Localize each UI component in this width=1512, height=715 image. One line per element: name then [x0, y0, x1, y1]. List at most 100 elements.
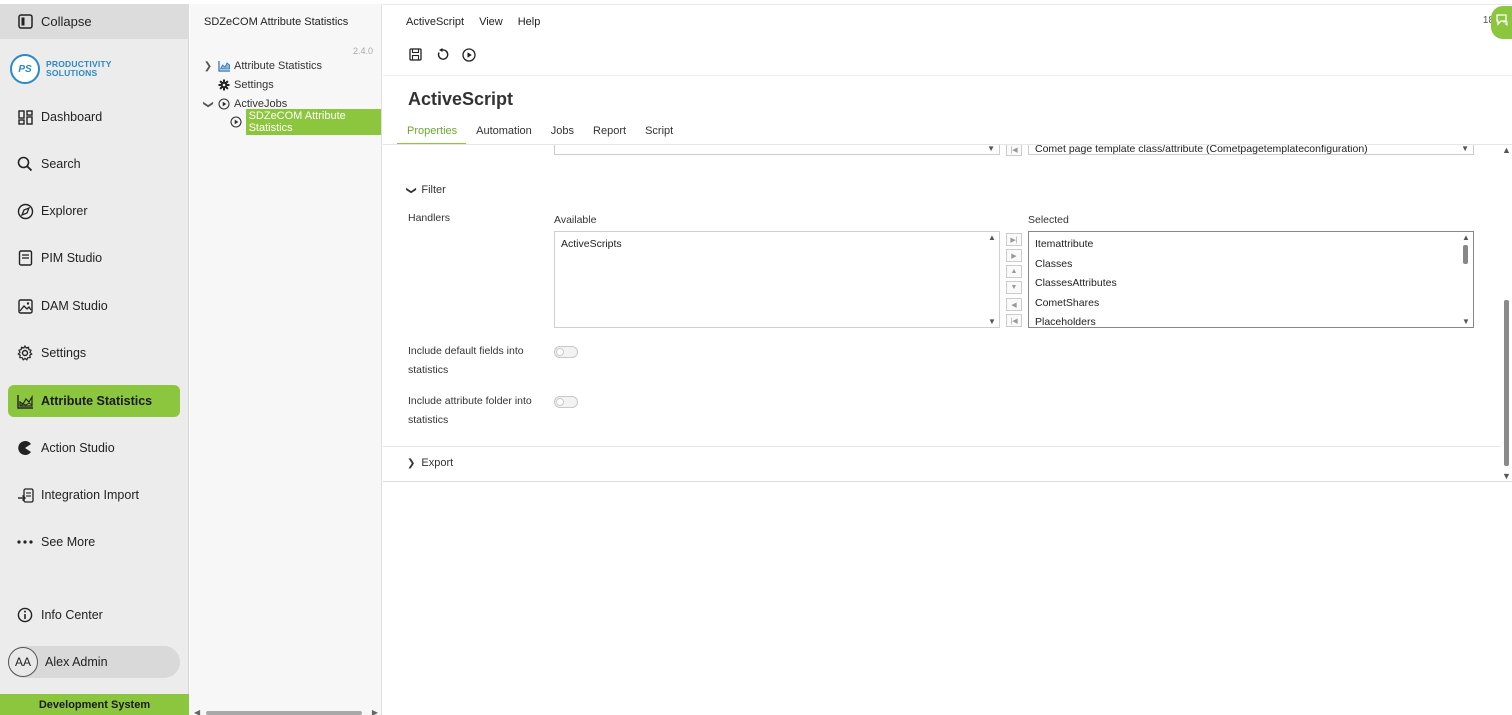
scroll-thumb[interactable] [1504, 300, 1509, 466]
tab-script[interactable]: Script [635, 125, 682, 145]
top-strip [190, 0, 382, 4]
user-menu[interactable]: AA Alex Admin [8, 646, 180, 678]
nav-item-settings[interactable]: Settings [8, 337, 180, 369]
properties-content: ▼ |◀ Comet page template class/attribute… [383, 145, 1501, 481]
handlers-label: Handlers [408, 212, 451, 224]
remove-all-button[interactable]: |◀ [1006, 314, 1022, 327]
nav-item-integration-import[interactable]: Integration Import [8, 479, 180, 511]
nav-item-label: PIM Studio [41, 251, 103, 265]
tree-node-sdzecom-attribute-statistics[interactable]: SDZeCOM Attribute Statistics [227, 109, 381, 135]
chevron-down-icon: ❯ [405, 185, 417, 195]
arrow-down-icon: ▼ [1010, 284, 1018, 291]
tab-jobs[interactable]: Jobs [541, 125, 583, 145]
include-attribute-folder-toggle[interactable] [554, 396, 578, 408]
available-select-clipped[interactable]: ▼ [554, 145, 1000, 155]
menu-view[interactable]: View [479, 16, 503, 28]
tab-properties[interactable]: Properties [397, 125, 467, 145]
remove-button[interactable]: ◀ [1006, 298, 1022, 311]
play-circle-icon [462, 47, 476, 67]
nav-item-info-center[interactable]: Info Center [8, 599, 180, 631]
add-button[interactable]: ▶ [1006, 249, 1022, 262]
move-down-button[interactable]: ▼ [1006, 281, 1022, 294]
logo-mark: PS [10, 54, 40, 84]
scroll-down-arrow[interactable]: ▼ [1462, 317, 1470, 326]
selected-handlers-list[interactable]: Itemattribute Classes ClassesAttributes … [1028, 231, 1474, 328]
available-label: Available [554, 214, 597, 226]
tree-node-settings[interactable]: Settings [214, 77, 274, 93]
gear-icon [16, 344, 34, 362]
scroll-right-arrow[interactable]: ▶ [372, 708, 378, 715]
nav-item-dashboard[interactable]: Dashboard [8, 101, 180, 133]
scroll-up-arrow[interactable]: ▲ [1462, 233, 1470, 242]
list-item[interactable]: Placeholders [1035, 316, 1096, 327]
top-border [383, 4, 1512, 5]
scroll-down-arrow[interactable]: ▼ [988, 317, 996, 326]
scroll-up-arrow[interactable]: ▲ [1502, 145, 1511, 155]
selected-select-clipped[interactable]: Comet page template class/attribute (Com… [1028, 145, 1474, 155]
include-default-fields-label: Include default fields into statistics [408, 345, 524, 376]
tree-horizontal-scrollbar[interactable]: ◀ ▶ [194, 708, 378, 715]
tree-node-label: SDZeCOM Attribute Statistics [245, 109, 381, 135]
save-button[interactable] [407, 48, 423, 65]
available-handlers-list[interactable]: ActiveScripts ▲ ▼ [554, 231, 1000, 328]
nav-item-see-more[interactable]: See More [8, 526, 180, 558]
nav-item-label: Attribute Statistics [41, 394, 153, 408]
chat-button[interactable] [1491, 6, 1512, 39]
list-item[interactable]: ClassesAttributes [1035, 277, 1117, 289]
run-button[interactable] [461, 47, 477, 67]
nav-item-label: Search [41, 157, 81, 171]
tree-node-attribute-statistics[interactable]: ❯ Attribute Statistics [202, 58, 322, 74]
main-vertical-scrollbar[interactable]: ▲ ▼ [1501, 145, 1512, 481]
collapse-button[interactable]: Collapse [0, 4, 189, 39]
move-all-left-button[interactable]: |◀ [1006, 145, 1022, 156]
tab-automation[interactable]: Automation [466, 125, 541, 145]
chevron-down-icon[interactable]: ❯ [203, 98, 214, 110]
arrow-up-icon: ▲ [1010, 268, 1018, 275]
arrow-right-icon: ▶ [1011, 252, 1017, 260]
chevron-right-icon[interactable]: ❯ [202, 61, 214, 72]
toolbar-divider [383, 75, 1512, 76]
list-scrollbar[interactable]: ▲ ▼ [1459, 232, 1473, 327]
nav-item-label: Settings [41, 346, 87, 360]
refresh-button[interactable] [434, 48, 450, 65]
export-section-title: Export [421, 457, 454, 469]
chevron-right-icon: ❯ [407, 457, 416, 469]
nav-item-attribute-statistics[interactable]: Attribute Statistics [8, 385, 180, 417]
list-item[interactable]: Classes [1035, 258, 1072, 270]
scroll-thumb[interactable] [206, 711, 362, 715]
export-section-toggle[interactable]: ❯ Export [407, 457, 453, 469]
nav-item-label: See More [41, 535, 96, 549]
filter-section-toggle[interactable]: ❯ Filter [405, 184, 446, 196]
scroll-up-arrow[interactable]: ▲ [988, 233, 996, 242]
add-all-button[interactable]: ▶| [1006, 233, 1022, 246]
scroll-thumb[interactable] [1463, 245, 1468, 264]
page-title: ActiveScript [408, 89, 514, 109]
include-default-fields-toggle[interactable] [554, 346, 578, 358]
list-item[interactable]: Itemattribute [1035, 238, 1093, 250]
nav-item-search[interactable]: Search [8, 148, 180, 180]
nav-item-pim-studio[interactable]: PIM Studio [8, 242, 180, 274]
arrow-bar-left-icon: |◀ [1010, 317, 1018, 325]
arrow-left-icon: ◀ [1011, 301, 1017, 309]
nav-item-action-studio[interactable]: Action Studio [8, 432, 180, 464]
scroll-left-arrow[interactable]: ◀ [194, 708, 200, 715]
list-scrollbar[interactable]: ▲ ▼ [985, 232, 999, 327]
list-item[interactable]: ActiveScripts [561, 238, 622, 250]
move-up-button[interactable]: ▲ [1006, 265, 1022, 278]
scroll-down-arrow[interactable]: ▼ [1502, 471, 1511, 481]
filter-section-title: Filter [421, 184, 446, 196]
more-dots-icon [16, 533, 34, 551]
menu-activescript[interactable]: ActiveScript [406, 16, 464, 28]
nav-item-label: Dashboard [41, 110, 103, 124]
menu-help[interactable]: Help [518, 16, 541, 28]
tab-bar: Properties Automation Jobs Report Script [397, 125, 682, 145]
nav-item-explorer[interactable]: Explorer [8, 195, 180, 227]
environment-badge: Development System [0, 694, 189, 715]
tree-title: SDZeCOM Attribute Statistics [204, 16, 349, 28]
list-item[interactable]: CometShares [1035, 297, 1099, 309]
image-icon [16, 297, 34, 315]
nav-item-label: DAM Studio [41, 299, 108, 313]
play-circle-icon [230, 115, 243, 129]
tab-report[interactable]: Report [583, 125, 635, 145]
nav-item-dam-studio[interactable]: DAM Studio [8, 290, 180, 322]
